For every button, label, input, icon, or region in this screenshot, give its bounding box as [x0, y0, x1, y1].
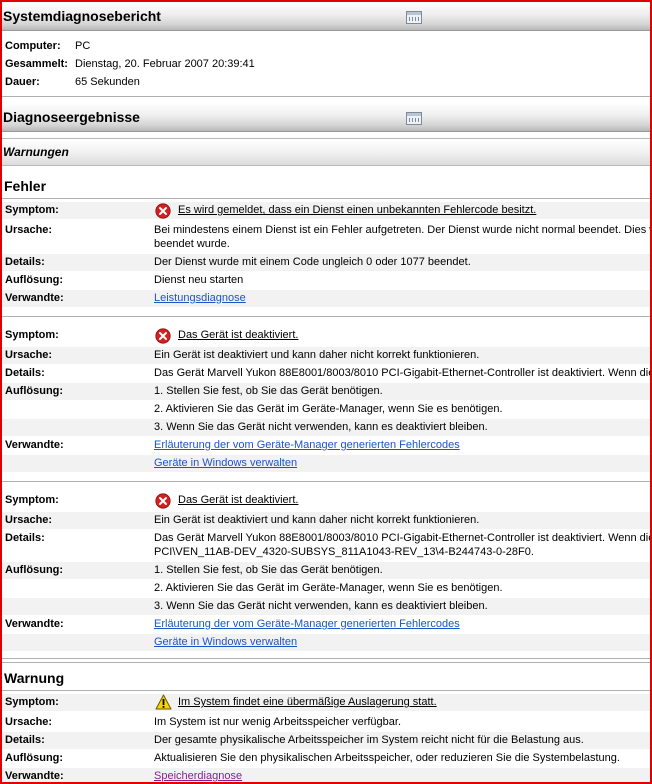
resolution-label: Auflösung:: [5, 564, 64, 576]
resolution-step-2: 2. Aktivieren Sie das Gerät im Geräte-Ma…: [154, 403, 503, 415]
warning-section-title: Warnung: [4, 670, 65, 686]
cause-label: Ursache:: [5, 514, 53, 526]
cause-text-continued: beendet wurde.: [154, 238, 230, 250]
resolution-step-3: 3. Wenn Sie das Gerät nicht verwenden, k…: [154, 421, 488, 433]
row-stripe: [2, 768, 650, 782]
results-header[interactable]: Diagnoseergebnisse: [2, 103, 650, 132]
cause-text: Ein Gerät ist deaktiviert und kann daher…: [154, 349, 480, 361]
row-stripe: [2, 455, 650, 472]
symptom-label: Symptom:: [5, 696, 59, 708]
divider: [2, 316, 650, 317]
details-text: Das Gerät Marvell Yukon 88E8001/8003/801…: [154, 367, 652, 379]
symptom-text: Es wird gemeldet, dass ein Dienst einen …: [178, 204, 537, 216]
divider: [2, 96, 650, 97]
cause-text: Ein Gerät ist deaktiviert und kann daher…: [154, 514, 480, 526]
divider: [2, 658, 650, 659]
resolution-text: Dienst neu starten: [154, 274, 244, 286]
symptom-text: Das Gerät ist deaktiviert.: [178, 494, 299, 506]
details-label: Details:: [5, 256, 45, 268]
details-text: Der Dienst wurde mit einem Code ungleich…: [154, 256, 471, 268]
resolution-label: Auflösung:: [5, 752, 64, 764]
computer-label: Computer:: [5, 40, 61, 52]
related-link-manage-devices[interactable]: Geräte in Windows verwalten: [154, 636, 297, 648]
symptom-label: Symptom:: [5, 204, 59, 216]
table-icon[interactable]: [406, 11, 422, 24]
cause-label: Ursache:: [5, 224, 53, 236]
divider: [2, 481, 650, 482]
related-link-memory-diagnosis[interactable]: Speicherdiagnose: [154, 770, 242, 782]
computer-value: PC: [75, 40, 91, 52]
row-stripe: [2, 634, 650, 651]
related-label: Verwandte:: [5, 439, 64, 451]
related-link-error-codes[interactable]: Erläuterung der vom Geräte-Manager gener…: [154, 618, 460, 630]
details-label: Details:: [5, 734, 45, 746]
report-header[interactable]: Systemdiagnosebericht: [2, 2, 650, 31]
resolution-step-1: 1. Stellen Sie fest, ob Sie das Gerät be…: [154, 385, 383, 397]
details-text-continued: PCI\VEN_11AB-DEV_4320-SUBSYS_811A1043-RE…: [154, 546, 534, 558]
collected-label: Gesammelt:: [5, 58, 68, 70]
warnings-header[interactable]: Warnungen: [2, 138, 650, 166]
symptom-label: Symptom:: [5, 494, 59, 506]
errors-section-title: Fehler: [4, 178, 47, 194]
resolution-text: Aktualisieren Sie den physikalischen Arb…: [154, 752, 620, 764]
duration-label: Dauer:: [5, 76, 40, 88]
related-label: Verwandte:: [5, 618, 64, 630]
related-link-manage-devices[interactable]: Geräte in Windows verwalten: [154, 457, 297, 469]
related-link-performance-diagnosis[interactable]: Leistungsdiagnose: [154, 292, 246, 304]
cause-label: Ursache:: [5, 349, 53, 361]
resolution-step-2: 2. Aktivieren Sie das Gerät im Geräte-Ma…: [154, 582, 503, 594]
related-link-error-codes[interactable]: Erläuterung der vom Geräte-Manager gener…: [154, 439, 460, 451]
related-label: Verwandte:: [5, 292, 64, 304]
symptom-text: Das Gerät ist deaktiviert.: [178, 329, 299, 341]
resolution-label: Auflösung:: [5, 274, 64, 286]
resolution-step-1: 1. Stellen Sie fest, ob Sie das Gerät be…: [154, 564, 383, 576]
results-title: Diagnoseergebnisse: [3, 109, 140, 125]
duration-value: 65 Sekunden: [75, 76, 140, 88]
divider: [2, 662, 650, 663]
report-title: Systemdiagnosebericht: [3, 8, 161, 24]
report-window: Systemdiagnosebericht Computer: PC Gesam…: [0, 0, 652, 784]
error-circle-icon: [155, 203, 171, 219]
error-circle-icon: [155, 493, 171, 509]
collected-value: Dienstag, 20. Februar 2007 20:39:41: [75, 58, 255, 70]
details-label: Details:: [5, 367, 45, 379]
resolution-label: Auflösung:: [5, 385, 64, 397]
divider: [2, 198, 650, 199]
error-circle-icon: [155, 328, 171, 344]
symptom-label: Symptom:: [5, 329, 59, 341]
divider: [2, 690, 650, 691]
cause-text: Im System ist nur wenig Arbeitsspeicher …: [154, 716, 401, 728]
warnings-title: Warnungen: [3, 145, 69, 159]
details-text: Das Gerät Marvell Yukon 88E8001/8003/801…: [154, 532, 652, 544]
related-label: Verwandte:: [5, 770, 64, 782]
row-stripe: [2, 290, 650, 307]
details-text: Der gesamte physikalische Arbeitsspeiche…: [154, 734, 584, 746]
cause-text: Bei mindestens einem Dienst ist ein Fehl…: [154, 224, 652, 236]
resolution-step-3: 3. Wenn Sie das Gerät nicht verwenden, k…: [154, 600, 488, 612]
warning-triangle-icon: [155, 694, 172, 710]
cause-label: Ursache:: [5, 716, 53, 728]
table-icon[interactable]: [406, 112, 422, 125]
details-label: Details:: [5, 532, 45, 544]
symptom-text: Im System findet eine übermäßige Auslage…: [178, 696, 437, 708]
